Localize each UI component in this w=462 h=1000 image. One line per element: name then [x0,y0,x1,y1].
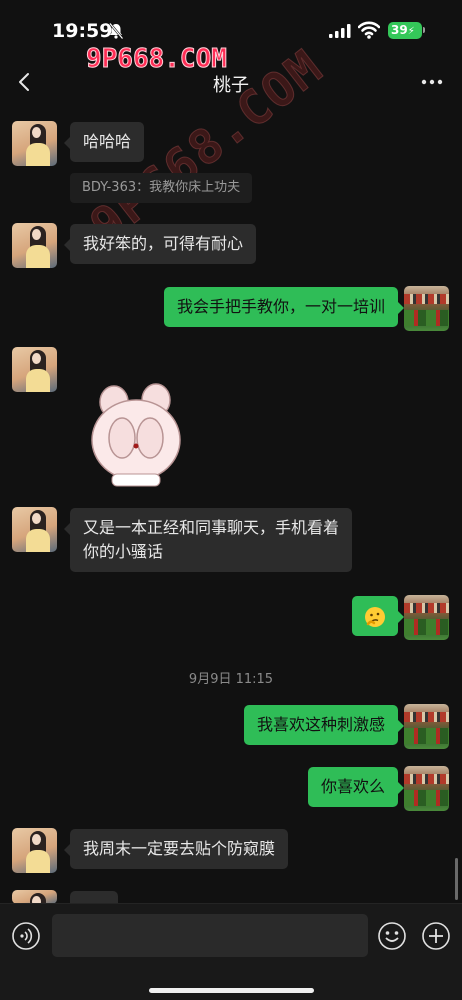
nav-bar: 桃子 [0,56,462,108]
bell-muted-icon [109,22,124,40]
wifi-icon [358,21,380,39]
battery-indicator: 39⚡ [388,22,422,39]
home-indicator[interactable] [149,988,314,993]
emoji-icon[interactable] [377,921,407,951]
message-bubble[interactable]: 你喜欢么 [307,767,405,807]
message-bubble[interactable]: 我周末一定要去贴个防窥膜 [63,829,289,869]
self-avatar[interactable] [404,766,449,811]
peer-avatar[interactable] [12,507,57,552]
message-bubble[interactable]: 我会手把手教你，一对一培训 [163,287,405,327]
message-line: 你的小骚话 [83,542,164,561]
peer-avatar[interactable] [12,121,57,166]
battery-level: 39 [391,23,408,37]
peer-avatar[interactable] [12,347,57,392]
peer-avatar[interactable] [12,890,57,904]
scrollbar[interactable] [455,858,458,900]
plus-icon[interactable] [421,921,451,951]
timestamp-separator: 9月9日 11:15 [188,672,274,687]
thinking-face-icon [365,606,385,627]
input-bar [0,903,462,1000]
message-bubble[interactable]: 我喜欢这种刺激感 [243,705,405,745]
message-line: 又是一本正经和同事聊天，手机看着 [83,518,340,537]
peer-avatar[interactable] [12,828,57,873]
cellular-signal-icon [329,24,351,38]
self-avatar[interactable] [404,286,449,331]
more-dots-icon[interactable] [418,70,446,94]
message-bubble[interactable] [352,596,404,636]
status-time: 19:59 [52,20,113,42]
message-bubble[interactable]: 哈哈哈 [63,122,145,162]
voice-icon[interactable] [11,921,41,951]
message-bubble[interactable]: 又是一本正经和同事聊天，手机看着 你的小骚话 [63,508,353,572]
status-bar: 19:59 39⚡ [0,0,462,56]
message-bubble[interactable]: 我好笨的，可得有耐心 [63,224,257,264]
self-avatar[interactable] [404,595,449,640]
battery-tip [423,27,425,33]
self-avatar[interactable] [404,704,449,749]
chat-title: 桃子 [213,75,249,96]
peer-avatar[interactable] [12,223,57,268]
bunny-sticker[interactable] [84,380,194,490]
charging-bolt-icon: ⚡ [407,26,415,37]
quoted-message[interactable]: BDY-363：我教你床上功夫 [70,173,253,203]
message-input[interactable] [52,914,368,957]
